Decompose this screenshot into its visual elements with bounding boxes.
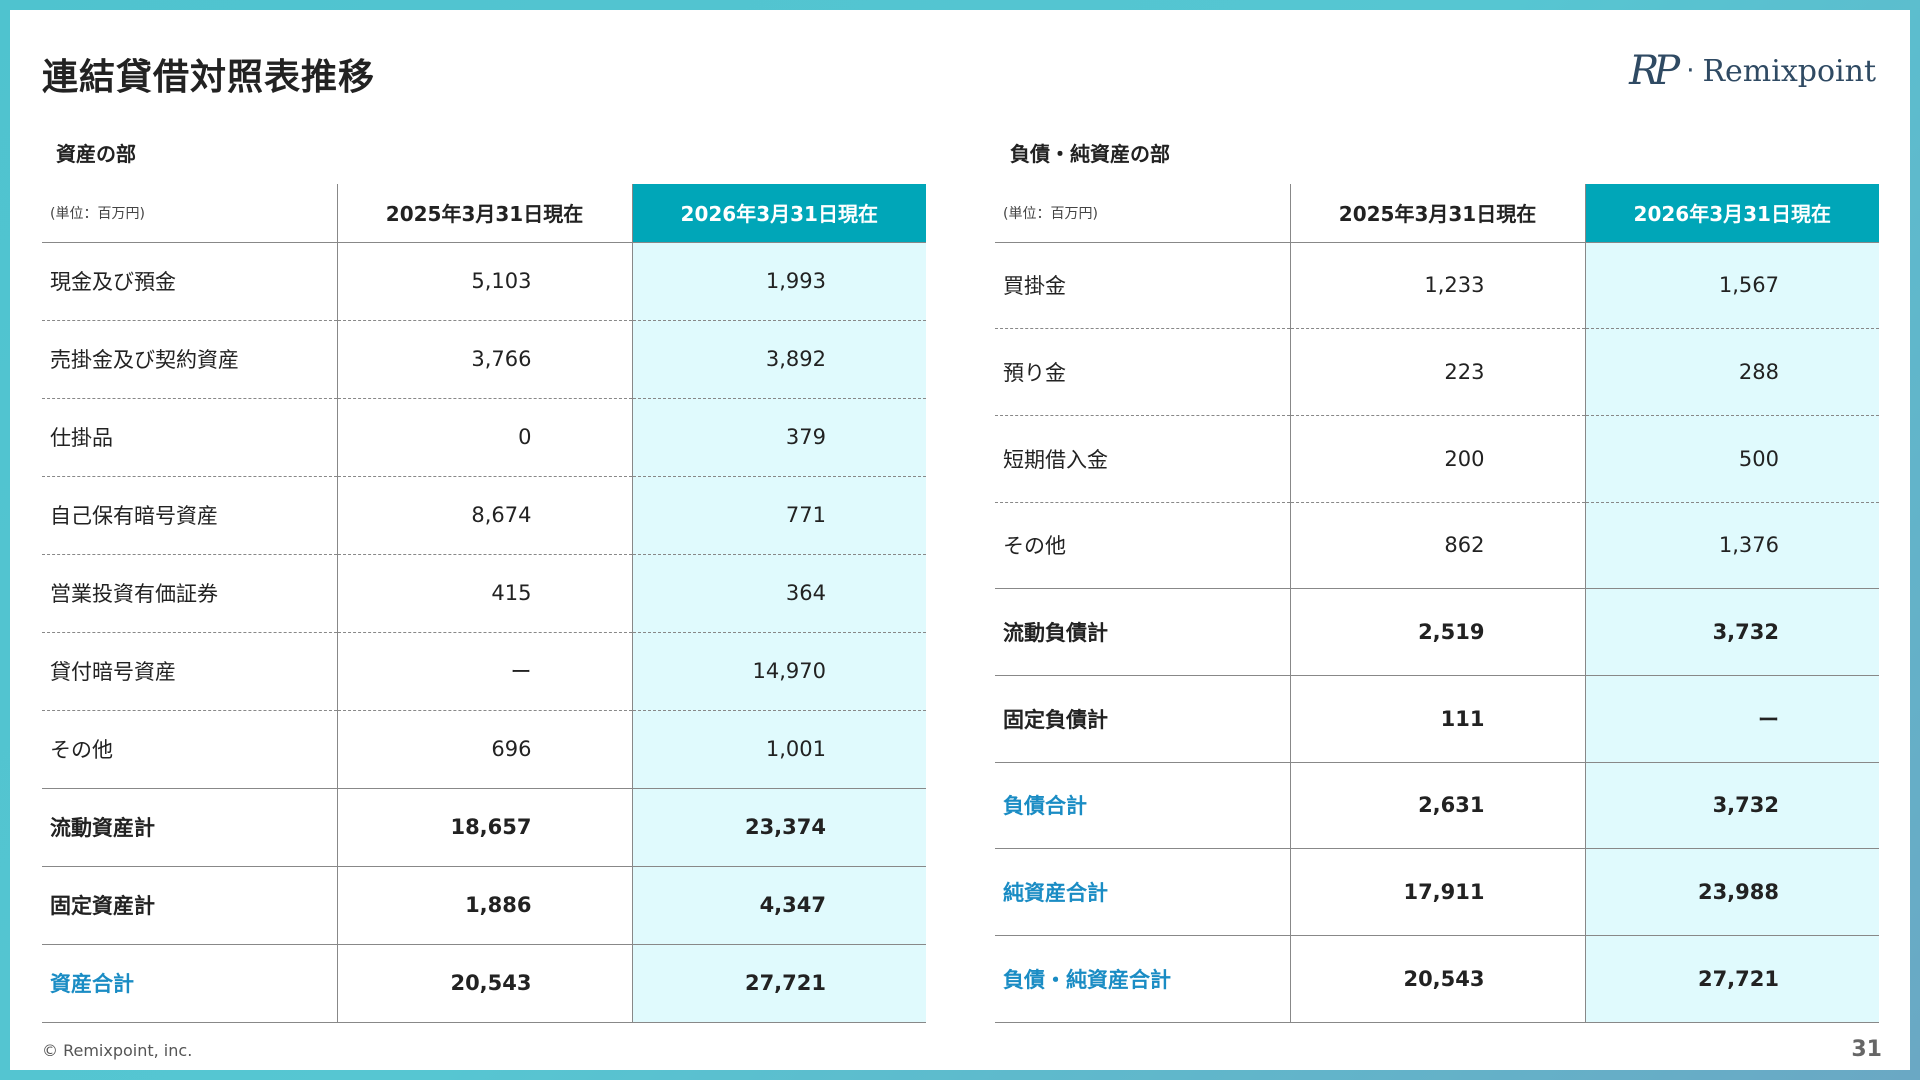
slide: 連結貸借対照表推移 RP · Remixpoint 資産の部 負債・純資産の部 … bbox=[10, 10, 1910, 1070]
assets-row-label: 売掛金及び契約資産 bbox=[42, 320, 338, 399]
assets-row-cur-value: 771 bbox=[632, 476, 926, 555]
liabilities-row-prev-value: 17,911 bbox=[1290, 848, 1586, 936]
assets-row-label: 貸付暗号資産 bbox=[42, 632, 338, 711]
liabilities-row-prev-value: 1,233 bbox=[1290, 242, 1586, 330]
assets-row: 営業投資有価証券 415 364 bbox=[42, 554, 926, 633]
assets-col-prev: 2025年3月31日現在 bbox=[337, 184, 633, 243]
assets-row-cur-value: 379 bbox=[632, 398, 926, 477]
liabilities-row-cur-value: 1,376 bbox=[1585, 502, 1879, 590]
liabilities-row-label: 買掛金 bbox=[995, 242, 1291, 330]
liabilities-row-prev-value: 200 bbox=[1290, 415, 1586, 503]
assets-row-label: 自己保有暗号資産 bbox=[42, 476, 338, 555]
assets-row: 固定資産計 1,886 4,347 bbox=[42, 866, 926, 945]
assets-row-prev-value: 5,103 bbox=[337, 242, 633, 321]
liabilities-body: 買掛金 1,233 1,567 預り金 223 288 短期借入金 200 500 その他 862 1… bbox=[995, 242, 1879, 1023]
liabilities-row-cur-value: 23,988 bbox=[1585, 848, 1879, 936]
liabilities-row-prev-value: 111 bbox=[1290, 675, 1586, 763]
liabilities-header-row: (単位：百万円) 2025年3月31日現在 2026年3月31日現在 bbox=[995, 184, 1879, 243]
assets-row-cur-value: 364 bbox=[632, 554, 926, 633]
assets-row-cur-value: 14,970 bbox=[632, 632, 926, 711]
liabilities-row-prev-value: 223 bbox=[1290, 328, 1586, 416]
assets-row-label: 資産合計 bbox=[42, 944, 338, 1023]
liabilities-row-label: その他 bbox=[995, 502, 1291, 590]
liabilities-row-label: 流動負債計 bbox=[995, 588, 1291, 676]
page-number: 31 bbox=[1851, 1037, 1882, 1062]
liabilities-row-cur-value: 3,732 bbox=[1585, 762, 1879, 850]
assets-row: 売掛金及び契約資産 3,766 3,892 bbox=[42, 320, 926, 399]
liabilities-row: 負債合計 2,631 3,732 bbox=[995, 762, 1879, 850]
logo-text: Remixpoint bbox=[1702, 53, 1876, 89]
liabilities-row: その他 862 1,376 bbox=[995, 502, 1879, 590]
assets-row-prev-value: 3,766 bbox=[337, 320, 633, 399]
assets-row-prev-value: 20,543 bbox=[337, 944, 633, 1023]
assets-row-cur-value: 1,001 bbox=[632, 710, 926, 789]
page-title: 連結貸借対照表推移 bbox=[42, 57, 376, 98]
assets-row: 現金及び預金 5,103 1,993 bbox=[42, 242, 926, 321]
assets-row: 自己保有暗号資産 8,674 771 bbox=[42, 476, 926, 555]
assets-unit-label: (単位：百万円) bbox=[42, 184, 338, 243]
liabilities-row-cur-value: 500 bbox=[1585, 415, 1879, 503]
assets-row-label: 仕掛品 bbox=[42, 398, 338, 477]
assets-row-prev-value: 415 bbox=[337, 554, 633, 633]
assets-row-cur-value: 23,374 bbox=[632, 788, 926, 867]
assets-row-label: 営業投資有価証券 bbox=[42, 554, 338, 633]
logo-mark: RP bbox=[1629, 48, 1680, 94]
company-logo: RP · Remixpoint bbox=[1629, 46, 1876, 96]
assets-row-label: 流動資産計 bbox=[42, 788, 338, 867]
liabilities-row: 負債・純資産合計 20,543 27,721 bbox=[995, 935, 1879, 1023]
liabilities-row-prev-value: 862 bbox=[1290, 502, 1586, 590]
liabilities-row-label: 固定負債計 bbox=[995, 675, 1291, 763]
assets-row-prev-value: 18,657 bbox=[337, 788, 633, 867]
assets-col-cur: 2026年3月31日現在 bbox=[632, 184, 926, 243]
liabilities-row: 固定負債計 111 ー bbox=[995, 675, 1879, 763]
liabilities-unit-label: (単位：百万円) bbox=[995, 184, 1291, 243]
liabilities-table: (単位：百万円) 2025年3月31日現在 2026年3月31日現在 買掛金 1,… bbox=[995, 184, 1879, 1023]
liabilities-row-cur-value: 27,721 bbox=[1585, 935, 1879, 1023]
liabilities-col-cur: 2026年3月31日現在 bbox=[1585, 184, 1879, 243]
liabilities-row: 預り金 223 288 bbox=[995, 328, 1879, 416]
assets-row: 流動資産計 18,657 23,374 bbox=[42, 788, 926, 867]
assets-body: 現金及び預金 5,103 1,993 売掛金及び契約資産 3,766 3,892 仕掛品 0 3… bbox=[42, 242, 926, 1023]
liabilities-row: 流動負債計 2,519 3,732 bbox=[995, 588, 1879, 676]
liabilities-row: 短期借入金 200 500 bbox=[995, 415, 1879, 503]
assets-header-row: (単位：百万円) 2025年3月31日現在 2026年3月31日現在 bbox=[42, 184, 926, 243]
assets-row-cur-value: 3,892 bbox=[632, 320, 926, 399]
assets-row-label: その他 bbox=[42, 710, 338, 789]
liabilities-row-label: 負債・純資産合計 bbox=[995, 935, 1291, 1023]
assets-table: (単位：百万円) 2025年3月31日現在 2026年3月31日現在 現金及び預… bbox=[42, 184, 926, 1023]
liabilities-section-title: 負債・純資産の部 bbox=[1010, 142, 1170, 166]
assets-section-title: 資産の部 bbox=[56, 142, 136, 166]
liabilities-row: 買掛金 1,233 1,567 bbox=[995, 242, 1879, 330]
liabilities-row-cur-value: 1,567 bbox=[1585, 242, 1879, 330]
assets-row-label: 固定資産計 bbox=[42, 866, 338, 945]
assets-row-prev-value: 1,886 bbox=[337, 866, 633, 945]
assets-row-cur-value: 4,347 bbox=[632, 866, 926, 945]
liabilities-row-cur-value: 3,732 bbox=[1585, 588, 1879, 676]
assets-row-cur-value: 1,993 bbox=[632, 242, 926, 321]
liabilities-row-label: 預り金 bbox=[995, 328, 1291, 416]
assets-row: 仕掛品 0 379 bbox=[42, 398, 926, 477]
assets-row: その他 696 1,001 bbox=[42, 710, 926, 789]
assets-row-cur-value: 27,721 bbox=[632, 944, 926, 1023]
assets-row: 貸付暗号資産ー 14,970 bbox=[42, 632, 926, 711]
liabilities-row-label: 短期借入金 bbox=[995, 415, 1291, 503]
liabilities-row: 純資産合計 17,911 23,988 bbox=[995, 848, 1879, 936]
liabilities-row-prev-value: 2,519 bbox=[1290, 588, 1586, 676]
logo-dot: · bbox=[1686, 56, 1695, 86]
assets-row-prev-value: 696 bbox=[337, 710, 633, 789]
liabilities-row-cur-value: 288 bbox=[1585, 328, 1879, 416]
liabilities-row-cur-value: ー bbox=[1585, 675, 1879, 763]
liabilities-row-label: 負債合計 bbox=[995, 762, 1291, 850]
assets-row-prev-value: ー bbox=[337, 632, 633, 711]
assets-row-prev-value: 8,674 bbox=[337, 476, 633, 555]
liabilities-row-prev-value: 20,543 bbox=[1290, 935, 1586, 1023]
liabilities-row-label: 純資産合計 bbox=[995, 848, 1291, 936]
liabilities-row-prev-value: 2,631 bbox=[1290, 762, 1586, 850]
assets-row-label: 現金及び預金 bbox=[42, 242, 338, 321]
assets-row: 資産合計 20,543 27,721 bbox=[42, 944, 926, 1023]
liabilities-col-prev: 2025年3月31日現在 bbox=[1290, 184, 1586, 243]
assets-row-prev-value: 0 bbox=[337, 398, 633, 477]
copyright: © Remixpoint, inc. bbox=[42, 1041, 193, 1060]
